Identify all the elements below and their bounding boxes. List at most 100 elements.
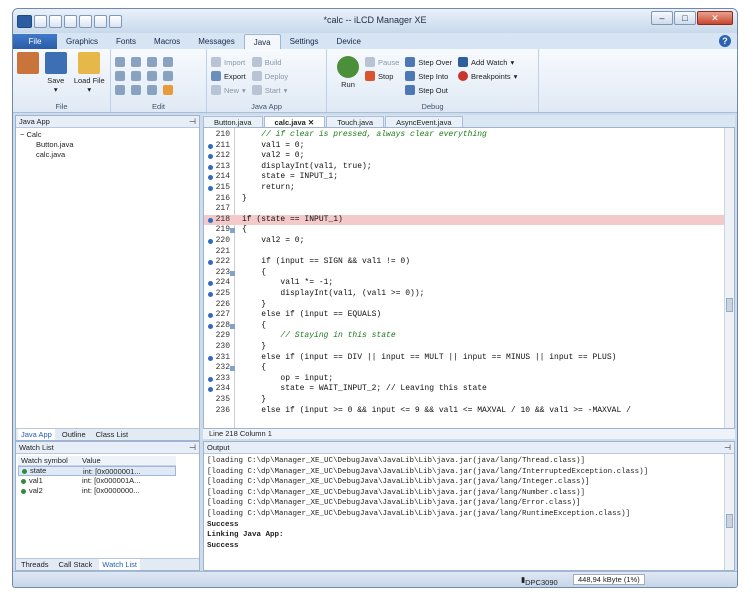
cut-icon[interactable] — [115, 56, 125, 68]
outdent-icon[interactable] — [131, 70, 141, 82]
redo-icon[interactable] — [131, 84, 141, 96]
vertical-scrollbar[interactable] — [724, 128, 734, 428]
comment-icon[interactable] — [147, 70, 157, 82]
uncomment-icon[interactable] — [163, 70, 173, 82]
table-row[interactable]: val2 int: [0x0000000... — [18, 486, 176, 496]
new-button[interactable]: New ▾ — [211, 84, 246, 96]
code-line[interactable]: 219 { — [204, 225, 724, 236]
code-line[interactable]: 212 val2 = 0; — [204, 151, 724, 162]
table-row[interactable]: val1 int: [0x000001A... — [18, 476, 176, 486]
code-line[interactable]: 227 else if (input == EQUALS) — [204, 310, 724, 321]
copy-icon[interactable] — [131, 56, 141, 68]
start-button[interactable]: Start ▾ — [251, 84, 288, 96]
tree-node-calc-java[interactable]: calc.java — [20, 150, 74, 160]
tab-java-app[interactable]: Java App — [18, 429, 55, 440]
code-line[interactable]: 231 else if (input == DIV || input == MU… — [204, 353, 724, 364]
step-over-button[interactable]: Step Over — [405, 56, 452, 68]
code-line[interactable]: 222 if (input == SIGN && val1 != 0) — [204, 257, 724, 268]
code-text: // if clear is pressed, always clear eve… — [242, 130, 487, 139]
code-line[interactable]: 215 return; — [204, 183, 724, 194]
tab-graphics[interactable]: Graphics — [57, 34, 107, 49]
tree-node-calc[interactable]: − Calc — [20, 130, 74, 140]
select-all-icon[interactable] — [163, 56, 173, 68]
stop-button[interactable]: Stop — [365, 70, 399, 82]
output-scrollbar[interactable] — [724, 454, 734, 570]
code-line[interactable]: 220 val2 = 0; — [204, 236, 724, 247]
code-editor[interactable]: 210 // if clear is pressed, always clear… — [203, 127, 735, 429]
tab-calc-java[interactable]: calc.java ✕ — [263, 116, 326, 127]
tab-call-stack[interactable]: Call Stack — [56, 559, 96, 570]
step-out-button[interactable]: Step Out — [405, 84, 452, 96]
deploy-icon — [251, 71, 262, 81]
tab-outline[interactable]: Outline — [59, 429, 89, 440]
code-line[interactable]: 234 state = WAIT_INPUT_2; // Leaving thi… — [204, 384, 724, 395]
pin-icon[interactable]: ⊣ — [189, 442, 196, 454]
code-line[interactable]: 228 { — [204, 321, 724, 332]
fold-icon[interactable] — [230, 366, 235, 372]
output-line: Success — [207, 541, 239, 550]
code-line[interactable]: 235 } — [204, 395, 724, 406]
java-app-pane: Java App ⊣ − Calc Button.java calc.java J… — [15, 115, 200, 441]
import-button[interactable]: Import — [211, 56, 246, 68]
output-line: [loading C:\dp\Manager_XE_UC\DebugJava\J… — [207, 457, 586, 465]
tab-fonts[interactable]: Fonts — [107, 34, 145, 49]
code-line[interactable]: 217 — [204, 204, 724, 215]
tab-macros[interactable]: Macros — [145, 34, 189, 49]
code-line[interactable]: 224 val1 *= -1; — [204, 278, 724, 289]
deploy-button[interactable]: Deploy — [251, 70, 288, 82]
tab-threads[interactable]: Threads — [18, 559, 52, 570]
export-button[interactable]: Export — [211, 70, 246, 82]
close-button[interactable]: ✕ — [697, 11, 733, 25]
step-into-button[interactable]: Step Into — [405, 70, 452, 82]
variable-icon — [21, 488, 26, 494]
project-tree: − Calc Button.java calc.java — [20, 130, 74, 160]
fold-icon[interactable] — [230, 323, 235, 329]
tab-file[interactable]: File — [13, 34, 57, 49]
code-line[interactable]: 229 // Staying in this state — [204, 331, 724, 342]
pin-icon[interactable]: ⊣ — [189, 116, 196, 128]
code-line[interactable]: 221 — [204, 247, 724, 258]
tree-node-button-java[interactable]: Button.java — [20, 140, 74, 150]
tab-settings[interactable]: Settings — [281, 34, 328, 49]
code-line[interactable]: 236 else if (input >= 0 && input <= 9 &&… — [204, 406, 724, 417]
code-line[interactable]: 213 displayInt(val1, true); — [204, 162, 724, 173]
table-row[interactable]: state int: [0x0000001... — [18, 466, 176, 476]
code-line[interactable]: 223 { — [204, 268, 724, 279]
tab-messages[interactable]: Messages — [189, 34, 243, 49]
code-line[interactable]: 233 op = input; — [204, 374, 724, 385]
tab-java[interactable]: Java — [243, 34, 281, 49]
build-button[interactable]: Build — [251, 56, 288, 68]
tab-device[interactable]: Device — [328, 34, 370, 49]
code-line[interactable]: 232 { — [204, 363, 724, 374]
find-icon[interactable] — [147, 84, 157, 96]
code-line[interactable]: 214 state = INPUT_1; — [204, 172, 724, 183]
line-number: 214 — [215, 172, 230, 182]
pin-icon[interactable]: ⊣ — [724, 442, 731, 454]
code-line[interactable]: 225 displayInt(val1, (val1 >= 0)); — [204, 289, 724, 300]
help-icon[interactable]: ? — [719, 35, 731, 47]
tab-class-list[interactable]: Class List — [93, 429, 132, 440]
code-line[interactable]: 210 // if clear is pressed, always clear… — [204, 130, 724, 141]
tab-button-java[interactable]: Button.java — [203, 116, 263, 127]
pause-button[interactable]: Pause — [365, 56, 399, 68]
add-watch-button[interactable]: Add Watch ▾ — [458, 56, 517, 68]
code-line[interactable]: 230 } — [204, 342, 724, 353]
indent-icon[interactable] — [115, 70, 125, 82]
close-tab-icon[interactable]: ✕ — [308, 118, 314, 127]
code-line[interactable]: 218 if (state == INPUT_1) — [204, 214, 724, 226]
fold-icon[interactable] — [230, 228, 235, 234]
minimize-button[interactable]: – — [651, 11, 673, 25]
maximize-button[interactable]: □ — [674, 11, 696, 25]
code-line[interactable]: 226 } — [204, 300, 724, 311]
undo-icon[interactable] — [115, 84, 125, 96]
tab-touch-java[interactable]: Touch.java — [326, 116, 385, 127]
replace-icon[interactable] — [163, 84, 173, 96]
paste-icon[interactable] — [147, 56, 157, 68]
breakpoints-button[interactable]: Breakpoints ▾ — [458, 70, 517, 82]
fold-icon[interactable] — [230, 270, 235, 276]
scroll-thumb[interactable] — [726, 298, 733, 312]
code-line[interactable]: 211 val1 = 0; — [204, 141, 724, 152]
tab-watch-list[interactable]: Watch List — [99, 559, 141, 570]
tab-asyncevent-java[interactable]: AsyncEvent.java — [385, 116, 463, 127]
code-line[interactable]: 216} — [204, 194, 724, 205]
